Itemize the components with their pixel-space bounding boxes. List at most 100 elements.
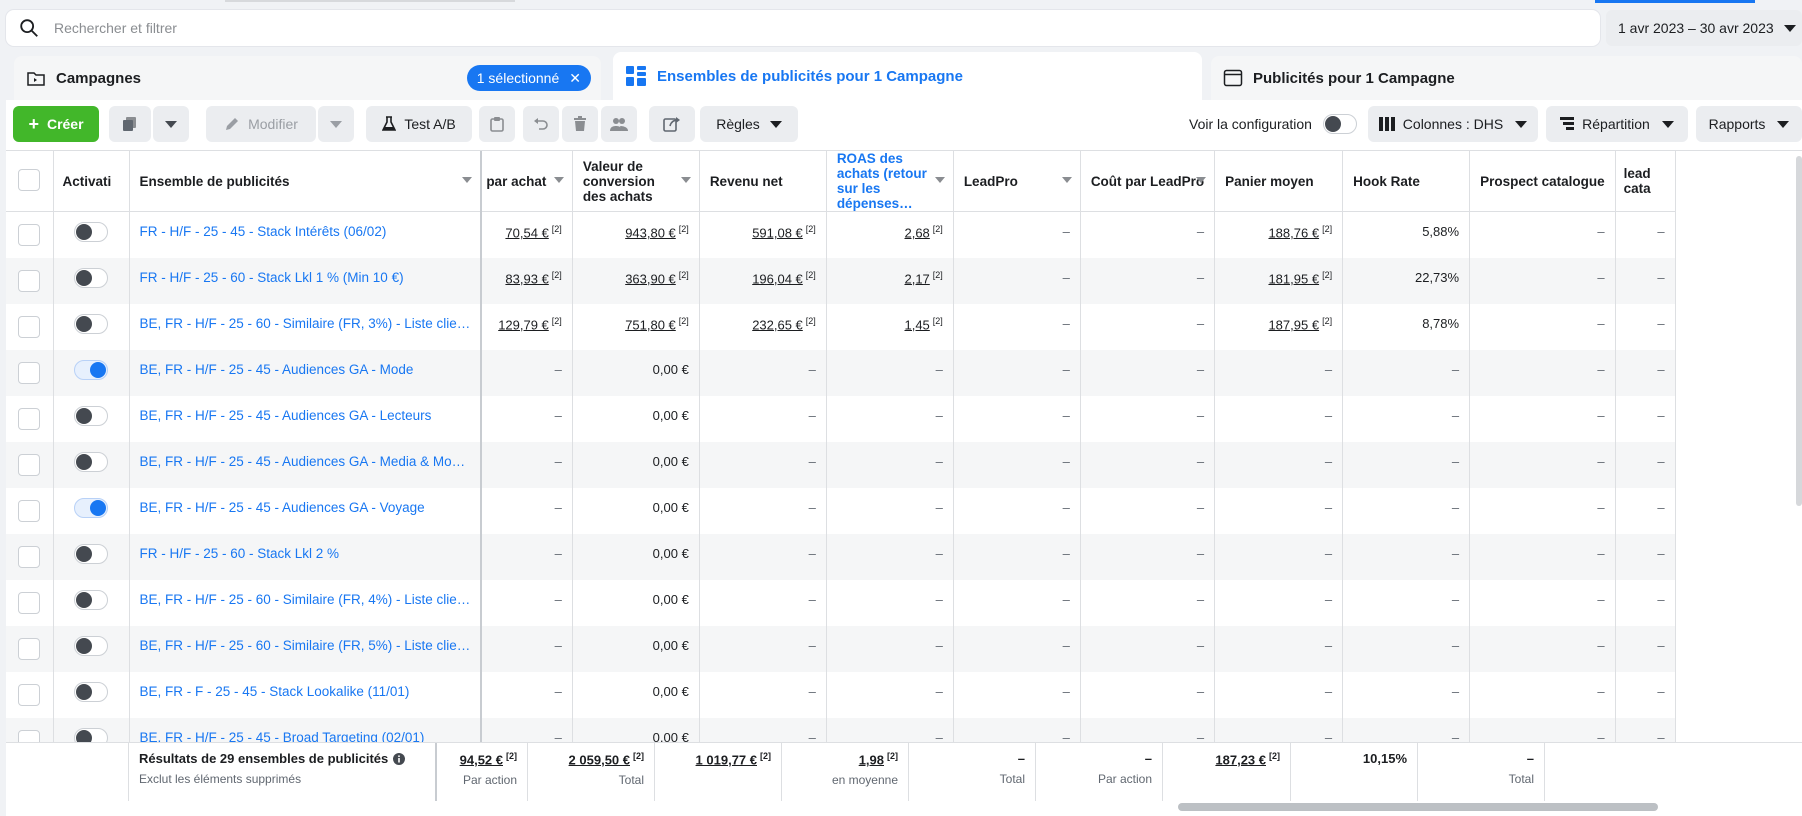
activation-toggle[interactable] xyxy=(73,451,108,472)
toggle-knob xyxy=(75,637,92,654)
activation-toggle[interactable] xyxy=(73,313,108,334)
activation-toggle[interactable] xyxy=(73,267,108,288)
reports-button[interactable]: Rapports xyxy=(1696,106,1802,142)
table-row[interactable]: BE, FR - H/F - 25 - 45 - Audiences GA - … xyxy=(6,395,1676,442)
clipboard-button[interactable] xyxy=(479,106,515,142)
breakdown-button[interactable]: Répartition xyxy=(1546,106,1688,142)
pencil-icon xyxy=(226,118,239,130)
adset-name[interactable]: BE, FR - H/F - 25 - 60 - Similaire (FR, … xyxy=(129,579,483,626)
cell-basket: – xyxy=(1214,349,1344,396)
table-row[interactable]: BE, FR - H/F - 25 - 45 - Audiences GA - … xyxy=(6,487,1676,534)
table-row[interactable]: BE, FR - H/F - 25 - 60 - Similaire (FR, … xyxy=(6,579,1676,626)
activation-toggle[interactable] xyxy=(73,589,108,610)
activation-toggle[interactable] xyxy=(73,405,108,426)
close-icon[interactable]: ✕ xyxy=(569,70,581,87)
selected-pill[interactable]: 1 sélectionné ✕ xyxy=(466,65,591,91)
activation-toggle[interactable] xyxy=(73,543,108,564)
sort-icon xyxy=(1196,177,1207,183)
col-avg-basket[interactable]: Panier moyen xyxy=(1214,151,1344,212)
cell-cv: 751,80 € [2] xyxy=(572,303,700,350)
col-lead-catalogue[interactable]: lead cata xyxy=(1615,151,1676,212)
duplicate-dropdown-button[interactable] xyxy=(153,106,189,142)
col-roas[interactable]: ROAS des achats (retour sur les dépenses… xyxy=(826,151,954,212)
table-row[interactable]: BE, FR - H/F - 25 - 45 - Audiences GA - … xyxy=(6,441,1676,488)
row-checkbox[interactable] xyxy=(18,499,40,522)
row-checkbox[interactable] xyxy=(18,683,40,706)
row-checkbox[interactable] xyxy=(18,453,40,476)
adset-name[interactable]: FR - H/F - 25 - 60 - Stack Lkl 2 % xyxy=(129,533,483,580)
table-row[interactable]: FR - H/F - 25 - 60 - Stack Lkl 2 % –0,00 … xyxy=(6,533,1676,580)
cell-prosp: – xyxy=(1469,579,1616,626)
adset-name[interactable]: BE, FR - H/F - 25 - 60 - Similaire (FR, … xyxy=(129,303,483,350)
duplicate-button[interactable] xyxy=(109,106,151,142)
activation-toggle[interactable] xyxy=(73,635,108,656)
adset-name[interactable]: BE, FR - H/F - 25 - 45 - Audiences GA - … xyxy=(129,441,483,488)
activation-toggle[interactable] xyxy=(73,497,108,518)
tab-ads[interactable]: Publicités pour 1 Campagne xyxy=(1211,56,1802,100)
date-range-picker[interactable]: 1 avr 2023 – 30 avr 2023 xyxy=(1606,10,1802,46)
adset-name[interactable]: FR - H/F - 25 - 45 - Stack Intérêts (06/… xyxy=(129,211,483,258)
vertical-scrollbar[interactable] xyxy=(1796,156,1802,506)
search-input[interactable] xyxy=(54,20,1454,36)
adset-name[interactable]: BE, FR - H/F - 25 - 60 - Similaire (FR, … xyxy=(129,625,483,672)
edit-button[interactable]: Modifier xyxy=(206,106,316,142)
select-all-checkbox[interactable] xyxy=(18,168,40,191)
adset-name[interactable]: BE, FR - H/F - 25 - 45 - Audiences GA - … xyxy=(129,349,483,396)
row-checkbox[interactable] xyxy=(18,637,40,660)
table-row[interactable]: BE, FR - H/F - 25 - 45 - Broad Targeting… xyxy=(6,717,1676,742)
activation-toggle[interactable] xyxy=(73,359,108,380)
view-config-toggle[interactable] xyxy=(1323,114,1357,134)
adset-name[interactable]: BE, FR - H/F - 25 - 45 - Audiences GA - … xyxy=(129,487,483,534)
col-cost-per-purchase[interactable]: par achat xyxy=(481,151,573,212)
undo-button[interactable] xyxy=(523,106,559,142)
info-icon[interactable] xyxy=(393,752,406,765)
row-checkbox[interactable] xyxy=(18,315,40,338)
row-checkbox[interactable] xyxy=(18,407,40,430)
col-conv-value[interactable]: Valeur de conversion des achats xyxy=(572,151,700,212)
export-button[interactable] xyxy=(649,106,695,142)
edit-dropdown-button[interactable] xyxy=(318,106,354,142)
adset-name[interactable]: BE, FR - H/F - 25 - 45 - Broad Targeting… xyxy=(129,717,483,742)
table-row[interactable]: BE, FR - H/F - 25 - 60 - Similaire (FR, … xyxy=(6,625,1676,672)
create-button[interactable]: + Créer xyxy=(13,106,99,142)
search-bar[interactable] xyxy=(6,10,1600,46)
adset-name[interactable]: FR - H/F - 25 - 60 - Stack Lkl 1 % (Min … xyxy=(129,257,483,304)
rules-button[interactable]: Règles xyxy=(700,106,798,142)
tab-adsets[interactable]: Ensembles de publicités pour 1 Campagne xyxy=(613,52,1202,100)
table-row[interactable]: BE, FR - H/F - 25 - 45 - Audiences GA - … xyxy=(6,349,1676,396)
row-checkbox[interactable] xyxy=(18,361,40,384)
table-row[interactable]: FR - H/F - 25 - 45 - Stack Intérêts (06/… xyxy=(6,211,1676,258)
copy-icon xyxy=(123,117,136,131)
row-checkbox[interactable] xyxy=(18,545,40,568)
col-net-revenue[interactable]: Revenu net xyxy=(699,151,827,212)
cell-prosp: – xyxy=(1469,303,1616,350)
row-checkbox[interactable] xyxy=(18,269,40,292)
col-prospect-catalogue[interactable]: Prospect catalogue xyxy=(1469,151,1616,212)
table-row[interactable]: BE, FR - H/F - 25 - 60 - Similaire (FR, … xyxy=(6,303,1676,350)
adset-name[interactable]: BE, FR - H/F - 25 - 45 - Audiences GA - … xyxy=(129,395,483,442)
activation-toggle[interactable] xyxy=(73,681,108,702)
table-row[interactable]: FR - H/F - 25 - 60 - Stack Lkl 1 % (Min … xyxy=(6,257,1676,304)
tab-campaigns[interactable]: Campagnes 1 sélectionné ✕ xyxy=(14,56,601,100)
row-checkbox[interactable] xyxy=(18,224,40,246)
cell-rev: – xyxy=(699,395,827,442)
activation-toggle[interactable] xyxy=(73,222,108,242)
table-row[interactable]: BE, FR - F - 25 - 45 - Stack Lookalike (… xyxy=(6,671,1676,718)
col-leadpro[interactable]: LeadPro xyxy=(953,151,1081,212)
col-activation[interactable]: Activati xyxy=(53,151,130,212)
horizontal-scrollbar[interactable] xyxy=(1178,803,1658,811)
col-hook-rate[interactable]: Hook Rate xyxy=(1342,151,1471,212)
row-checkbox[interactable] xyxy=(18,591,40,614)
cell-hook: – xyxy=(1342,441,1471,488)
columns-button[interactable]: Colonnes : DHS xyxy=(1368,106,1538,142)
col-cost-leadpro[interactable]: Coût par LeadPro xyxy=(1080,151,1216,212)
selected-pill-label: 1 sélectionné xyxy=(476,70,560,86)
activation-toggle[interactable] xyxy=(73,727,108,742)
audience-button[interactable] xyxy=(601,106,637,142)
adset-name[interactable]: BE, FR - F - 25 - 45 - Stack Lookalike (… xyxy=(129,671,483,718)
delete-button[interactable] xyxy=(562,106,598,142)
row-checkbox[interactable] xyxy=(18,729,40,742)
ab-test-button[interactable]: Test A/B xyxy=(366,106,472,142)
col-adset[interactable]: Ensemble de publicités xyxy=(129,151,483,212)
sort-icon xyxy=(1061,177,1072,183)
